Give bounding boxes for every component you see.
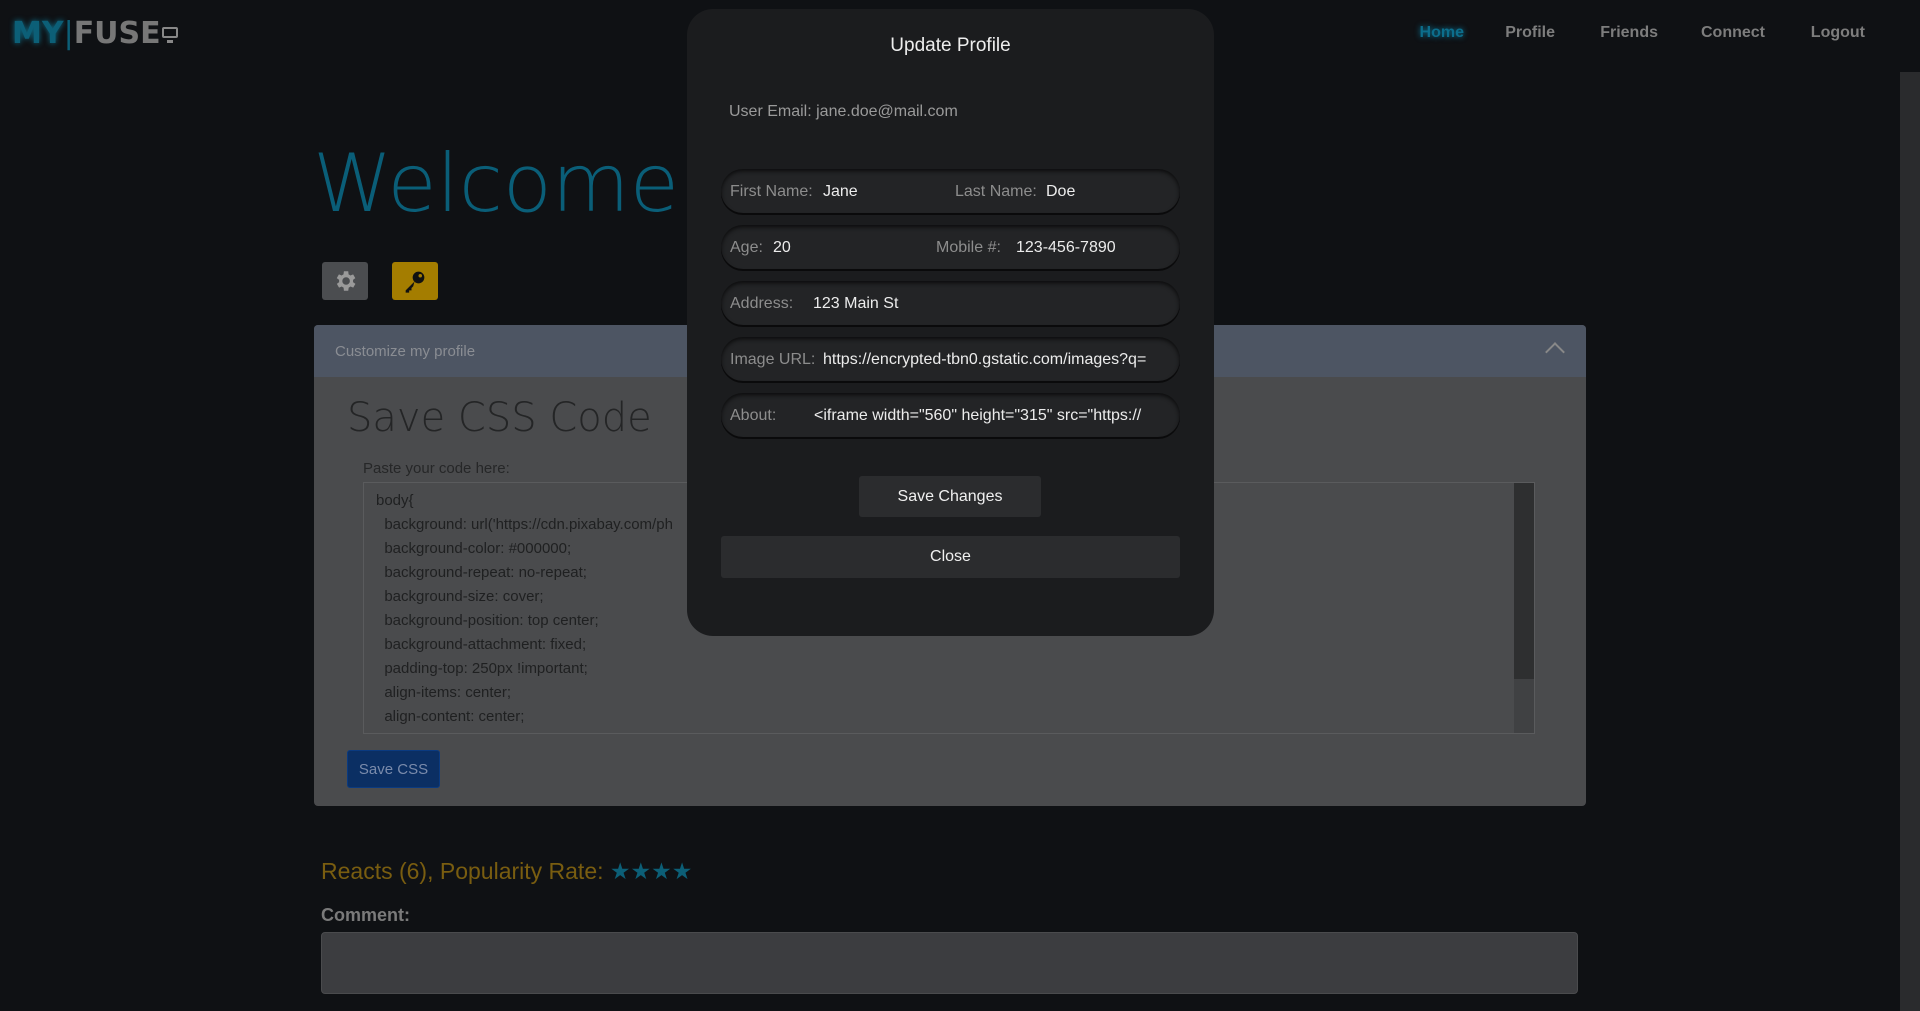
first-name-label: First Name: (730, 183, 813, 200)
save-css-button[interactable]: Save CSS (347, 750, 440, 788)
last-name-input[interactable]: Doe (1046, 183, 1075, 201)
page-scrollbar[interactable] (1900, 72, 1920, 1011)
panel-title: Save CSS Code (347, 395, 652, 441)
password-button[interactable] (392, 262, 438, 300)
code-line: background-color: #000000; (376, 540, 572, 557)
code-line: background: url('https://cdn.pixabay.com… (376, 516, 673, 533)
code-line: align-content: center; (376, 708, 525, 725)
comment-label: Comment: (321, 905, 410, 925)
name-field-row: First Name: Jane Last Name: Doe (721, 169, 1180, 215)
logo-my: MY (12, 16, 64, 51)
image-url-row: Image URL: https://encrypted-tbn0.gstati… (721, 337, 1180, 383)
code-line: align-items: center; (376, 684, 512, 701)
last-name-label: Last Name: (955, 183, 1037, 200)
address-label: Address: (730, 295, 794, 312)
code-line: background-size: cover; (376, 588, 544, 605)
code-scrollbar-thumb[interactable] (1514, 483, 1534, 679)
paste-label: Paste your code here: (363, 460, 510, 477)
user-email: User Email: jane.doe@mail.com (729, 103, 958, 120)
code-line: background-repeat: no-repeat; (376, 564, 587, 581)
nav-home[interactable]: Home (1420, 24, 1464, 42)
panel-header-label: Customize my profile (335, 343, 476, 360)
code-line: background-position: top center; (376, 612, 599, 629)
key-icon (405, 271, 425, 293)
reacts-text: Reacts (6), Popularity Rate: (321, 858, 604, 884)
settings-button[interactable] (322, 262, 368, 300)
comment-textarea[interactable] (321, 932, 1578, 994)
logo-fuse: FUSE (73, 16, 161, 51)
address-input[interactable]: 123 Main St (813, 295, 898, 313)
about-row: About: <iframe width="560" height="315" … (721, 393, 1180, 439)
gear-icon (336, 271, 356, 291)
nav-profile[interactable]: Profile (1505, 24, 1555, 42)
save-changes-button[interactable]: Save Changes (859, 476, 1041, 517)
monitor-icon[interactable] (162, 27, 178, 43)
mobile-label: Mobile #: (936, 239, 1001, 256)
code-line: background-attachment: fixed; (376, 636, 587, 653)
address-row: Address: 123 Main St (721, 281, 1180, 327)
about-input[interactable]: <iframe width="560" height="315" src="ht… (814, 407, 1141, 425)
site-logo[interactable]: MY|FUSE (12, 16, 161, 51)
logo-separator: | (63, 16, 74, 51)
first-name-input[interactable]: Jane (823, 183, 858, 201)
code-line: padding-top: 250px !important; (376, 660, 588, 677)
reacts-line: Reacts (6), Popularity Rate: ★★★★ (321, 858, 692, 885)
image-url-label: Image URL: (730, 351, 816, 368)
close-button[interactable]: Close (721, 536, 1180, 578)
nav-connect[interactable]: Connect (1701, 24, 1765, 42)
popularity-stars: ★★★★ (609, 858, 693, 884)
image-url-input[interactable]: https://encrypted-tbn0.gstatic.com/image… (823, 351, 1146, 369)
code-scrollbar[interactable] (1514, 483, 1534, 733)
nav-logout[interactable]: Logout (1811, 24, 1865, 42)
modal-title: Update Profile (890, 35, 1011, 56)
nav-friends[interactable]: Friends (1600, 24, 1658, 42)
age-input[interactable]: 20 (773, 239, 791, 257)
chevron-up-icon[interactable] (1545, 342, 1565, 362)
code-line: body{ (376, 492, 414, 509)
mobile-input[interactable]: 123-456-7890 (1016, 239, 1116, 257)
update-profile-modal: Update Profile User Email: jane.doe@mail… (687, 9, 1214, 636)
about-label: About: (730, 407, 777, 424)
age-label: Age: (730, 239, 763, 256)
age-mobile-row: Age: 20 Mobile #: 123-456-7890 (721, 225, 1180, 271)
